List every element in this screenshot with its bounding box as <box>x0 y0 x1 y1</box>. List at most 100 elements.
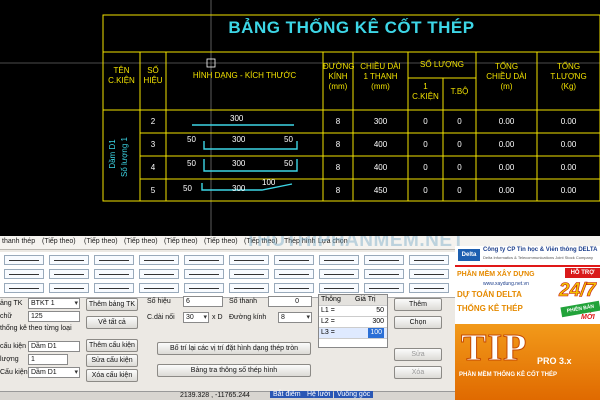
rebar-shape-thumbnail[interactable] <box>94 283 134 293</box>
grid-toggle[interactable]: Hệ lưới <box>304 391 334 398</box>
delta-logo: Delta <box>458 249 480 261</box>
cell-tb: 0 <box>457 163 462 172</box>
ad-company: Công ty CP Tin học & Viễn thông DELTA <box>483 247 598 253</box>
rebar-shape-thumbnail[interactable] <box>274 269 314 279</box>
shape-dimension: 50 <box>183 184 192 193</box>
rearrange-shapes-button[interactable]: Bố trí lại các vị trí đặt hình dạng thép… <box>157 342 311 355</box>
chu-input[interactable]: 125 <box>28 311 80 322</box>
cell-ck: 0 <box>423 140 428 149</box>
rebar-shape-thumbnail[interactable] <box>409 269 449 279</box>
cell-cd: 400 <box>373 140 388 149</box>
cell-cd: 450 <box>373 186 388 195</box>
so-thanh-input[interactable]: 0 <box>268 296 312 307</box>
tab-tiep-theo-3[interactable]: (Tiếp theo) <box>124 238 158 245</box>
grid-param: L2 = <box>321 318 335 325</box>
rebar-shape-thumbnail[interactable] <box>94 255 134 265</box>
thong-ke-theo-loai-label[interactable]: thống kê theo từng loại <box>0 325 72 332</box>
shape-dimension: 300 <box>232 135 246 144</box>
duong-kinh-label: Đường kính <box>229 314 267 321</box>
rebar-shape-thumbnail[interactable] <box>319 255 359 265</box>
select-button[interactable]: Chọn <box>394 316 442 329</box>
so-hieu-input[interactable]: 6 <box>183 296 223 307</box>
shape-dimension: 300 <box>232 184 246 193</box>
cell-td: 0.00 <box>498 140 515 149</box>
rebar-shape-thumbnail[interactable] <box>4 269 44 279</box>
edit-member-button[interactable]: Sửa cấu kiện <box>86 354 138 367</box>
cau-kien-input[interactable]: Dầm D1 <box>28 341 80 352</box>
cau-kien-select[interactable]: Dầm D1 <box>28 367 80 378</box>
edit-button[interactable]: Sửa <box>394 348 442 361</box>
parameter-grid[interactable]: Thông Giá Trị L1 = 50 L2 = 300 L3 = 100 <box>318 294 388 348</box>
add-button[interactable]: Thêm <box>394 298 442 311</box>
rebar-shape-thumbnail[interactable] <box>139 269 179 279</box>
rebar-shape-thumbnail[interactable] <box>364 283 404 293</box>
rebar-shape-thumbnail[interactable] <box>139 283 179 293</box>
rebar-shape-thumbnail[interactable] <box>184 283 224 293</box>
rebar-shape-thumbnail[interactable] <box>49 255 89 265</box>
add-table-button[interactable]: Thêm bảng TK <box>86 298 138 311</box>
cell-id: 4 <box>150 163 156 172</box>
shape-dimension: 300 <box>230 114 244 123</box>
tab-tiep-theo-4[interactable]: (Tiếp theo) <box>164 238 198 245</box>
rebar-shape-thumbnail[interactable] <box>364 269 404 279</box>
so-luong-label: lượng <box>0 356 19 363</box>
rebar-shape-thumbnail[interactable] <box>364 255 404 265</box>
header-ten-ckien: TÊN C.KIỆN <box>108 66 135 85</box>
rebar-shape-thumbnail[interactable] <box>409 283 449 293</box>
rebar-shape-thumbnail[interactable] <box>274 255 314 265</box>
chieu-dai-noi-select[interactable]: 30 <box>183 312 209 323</box>
grid-row[interactable]: L1 = 50 <box>319 306 387 317</box>
draw-all-button[interactable]: Vẽ tất cả <box>86 316 138 329</box>
rebar-shape-thumbnail[interactable] <box>94 269 134 279</box>
cell-id: 2 <box>150 117 156 126</box>
cell-id: 3 <box>150 140 156 149</box>
rebar-shape-thumbnail[interactable] <box>49 283 89 293</box>
cell-cd: 300 <box>373 117 388 126</box>
tab-tiep-theo-5[interactable]: (Tiếp theo) <box>204 238 238 245</box>
grid-header-param: Thông <box>321 296 341 303</box>
delete-button[interactable]: Xóa <box>394 366 442 379</box>
rebar-shape-thumbnail[interactable] <box>49 269 89 279</box>
bang-tk-label: ảng TK <box>0 300 23 307</box>
rebar-shape-thumbnail[interactable] <box>4 283 44 293</box>
delete-member-button[interactable]: Xóa cấu kiện <box>86 369 138 382</box>
grid-value[interactable]: 50 <box>376 306 384 316</box>
rebar-shape-thumbnail[interactable] <box>4 255 44 265</box>
cell-tb: 0 <box>457 117 462 126</box>
header-tong-chieu-dai: TỔNG CHIỀU DÀI (m) <box>486 62 527 91</box>
steel-section-table-button[interactable]: Bảng tra thông số thép hình <box>157 364 311 377</box>
tab-thanh-thep[interactable]: thanh thép <box>2 238 35 245</box>
grid-row[interactable]: L2 = 300 <box>319 317 387 328</box>
so-thanh-label: Số thanh <box>229 298 258 305</box>
rebar-shape-thumbnail[interactable] <box>229 255 269 265</box>
rebar-shape-thumbnail[interactable] <box>274 283 314 293</box>
cell-dk: 8 <box>335 140 341 149</box>
rebar-shape-thumbnail[interactable] <box>229 269 269 279</box>
cell-tl: 0.00 <box>560 186 577 195</box>
grid-value[interactable]: 100 <box>368 328 384 338</box>
rebar-shape-thumbnail[interactable] <box>319 283 359 293</box>
grid-row[interactable]: L3 = 100 <box>319 328 387 339</box>
rebar-shape-thumbnail[interactable] <box>184 269 224 279</box>
tab-tiep-theo-2[interactable]: (Tiếp theo) <box>84 238 118 245</box>
ad-pro-version: PRO 3.x <box>537 356 572 366</box>
ad-tagline: PHẦN MỀM THỐNG KÊ CỐT THÉP <box>459 372 558 378</box>
snap-toggle[interactable]: Bắt điểm <box>270 391 304 398</box>
rebar-shape-thumbnail[interactable] <box>184 255 224 265</box>
rebar-shape-thumbnail[interactable] <box>229 283 269 293</box>
tab-tiep-theo-1[interactable]: (Tiếp theo) <box>42 238 76 245</box>
rebar-shape-thumbnail[interactable] <box>139 255 179 265</box>
grid-value[interactable]: 300 <box>372 317 384 327</box>
rebar-input-panel: thanh thép (Tiếp theo) (Tiếp theo) (Tiếp… <box>0 236 600 400</box>
cad-drawing-area[interactable]: BẢNG THỐNG KÊ CỐT THÉP TÊN C.KIỆN SỐ HIỆ… <box>0 0 600 236</box>
ortho-toggle[interactable]: Vuông góc <box>334 391 374 398</box>
bang-tk-select[interactable]: BTKT 1 <box>28 298 80 309</box>
rebar-shape-thumbnail[interactable] <box>409 255 449 265</box>
header-so-luong-ckien: 1 C.KIỆN <box>412 82 439 101</box>
rebar-shape-thumbnail[interactable] <box>319 269 359 279</box>
chu-label: chữ <box>0 313 13 320</box>
so-luong-input[interactable]: 1 <box>28 354 68 365</box>
duong-kinh-select[interactable]: 8 <box>278 312 312 323</box>
add-member-button[interactable]: Thêm cấu kiện <box>86 339 138 352</box>
cell-tl: 0.00 <box>560 163 577 172</box>
